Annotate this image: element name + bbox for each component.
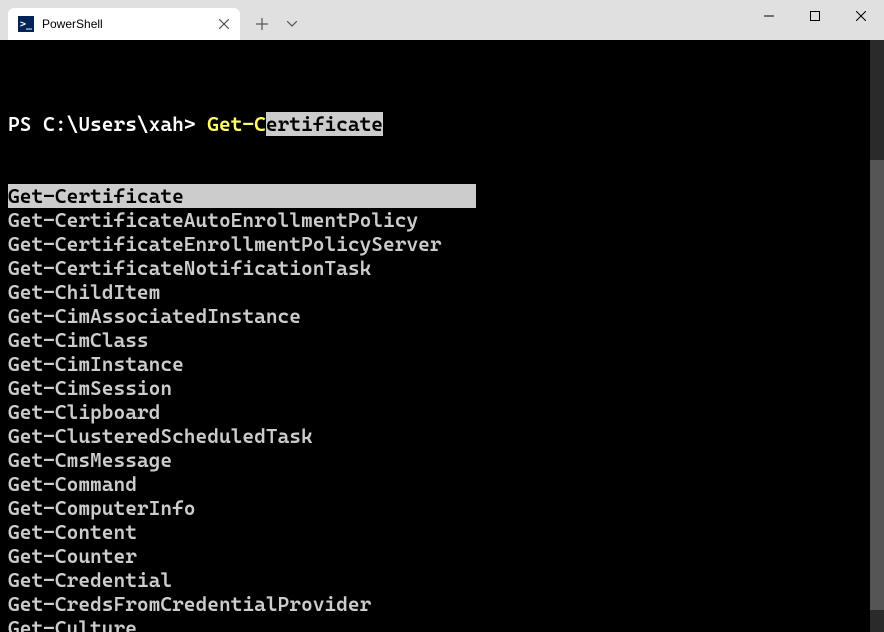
tab-dropdown-button[interactable] bbox=[278, 8, 306, 40]
suggestion-item[interactable]: Get-Certificate bbox=[8, 184, 870, 208]
terminal-area: PS C:\Users\xah> Get-Certificate Get-Cer… bbox=[0, 40, 884, 632]
suggestion-item[interactable]: Get-Command bbox=[8, 472, 870, 496]
close-icon bbox=[219, 19, 229, 29]
scrollbar-thumb[interactable] bbox=[870, 160, 884, 610]
suggestion-item[interactable]: Get-Clipboard bbox=[8, 400, 870, 424]
minimize-icon bbox=[764, 11, 774, 21]
ghost-suggestion: ertificate bbox=[266, 112, 383, 136]
suggestion-item[interactable]: Get-CimInstance bbox=[8, 352, 870, 376]
tab-title: PowerShell bbox=[42, 17, 208, 31]
suggestion-item[interactable]: Get-CertificateAutoEnrollmentPolicy bbox=[8, 208, 870, 232]
terminal[interactable]: PS C:\Users\xah> Get-Certificate Get-Cer… bbox=[0, 40, 870, 632]
suggestion-item[interactable]: Get-CimSession bbox=[8, 376, 870, 400]
window-controls bbox=[746, 0, 884, 40]
scrollbar[interactable] bbox=[870, 40, 884, 632]
window-close-button[interactable] bbox=[838, 0, 884, 32]
minimize-button[interactable] bbox=[746, 0, 792, 32]
new-tab-button[interactable] bbox=[246, 8, 278, 40]
tab-powershell[interactable]: >_ PowerShell bbox=[8, 8, 240, 40]
plus-icon bbox=[256, 18, 268, 30]
tab-close-button[interactable] bbox=[216, 16, 232, 32]
prompt: PS C:\Users\xah> bbox=[8, 112, 207, 136]
suggestion-item[interactable]: Get-CimClass bbox=[8, 328, 870, 352]
close-icon bbox=[856, 11, 866, 21]
suggestion-item[interactable]: Get-ComputerInfo bbox=[8, 496, 870, 520]
suggestion-item[interactable]: Get-CredsFromCredentialProvider bbox=[8, 592, 870, 616]
suggestion-item[interactable]: Get-ChildItem bbox=[8, 280, 870, 304]
maximize-icon bbox=[810, 11, 820, 21]
suggestion-item[interactable]: Get-ClusteredScheduledTask bbox=[8, 424, 870, 448]
titlebar: >_ PowerShell bbox=[0, 0, 884, 40]
suggestion-item[interactable]: Get-Counter bbox=[8, 544, 870, 568]
suggestion-item[interactable]: Get-Culture bbox=[8, 616, 870, 632]
powershell-icon: >_ bbox=[18, 16, 34, 32]
suggestion-item[interactable]: Get-CertificateEnrollmentPolicyServer bbox=[8, 232, 870, 256]
suggestion-item[interactable]: Get-CertificateNotificationTask bbox=[8, 256, 870, 280]
suggestion-item[interactable]: Get-CmsMessage bbox=[8, 448, 870, 472]
suggestion-item[interactable]: Get-CimAssociatedInstance bbox=[8, 304, 870, 328]
suggestion-item[interactable]: Get-Credential bbox=[8, 568, 870, 592]
suggestion-item[interactable]: Get-Content bbox=[8, 520, 870, 544]
prompt-line: PS C:\Users\xah> Get-Certificate bbox=[8, 112, 870, 136]
maximize-button[interactable] bbox=[792, 0, 838, 32]
chevron-down-icon bbox=[287, 21, 297, 27]
typed-command: Get-C bbox=[207, 112, 266, 136]
tab-strip: >_ PowerShell bbox=[0, 0, 306, 40]
suggestion-list: Get-CertificateGet-CertificateAutoEnroll… bbox=[8, 184, 870, 632]
